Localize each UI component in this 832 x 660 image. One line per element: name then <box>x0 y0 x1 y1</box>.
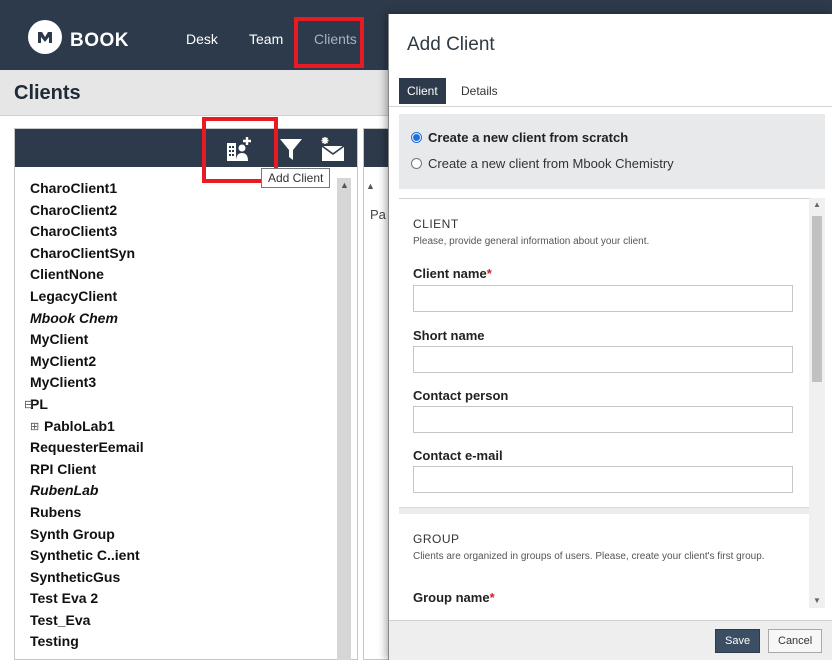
client-list-item[interactable]: RubenLab <box>30 480 330 502</box>
client-list-item[interactable]: Test_Eva <box>30 610 330 632</box>
short-name-label: Short name <box>413 328 485 343</box>
client-list-item[interactable]: CharoClient2 <box>30 200 330 222</box>
clients-panel-toolbar <box>15 129 357 167</box>
client-list-item[interactable]: RPI Client <box>30 459 330 481</box>
client-list-item[interactable]: Synth Group <box>30 524 330 546</box>
filter-icon[interactable] <box>277 135 305 163</box>
client-section-description: Please, provide general information abou… <box>413 236 650 247</box>
option-from-chemistry-label: Create a new client from Mbook Chemistry <box>428 156 674 171</box>
radio-checked-icon[interactable] <box>411 132 422 143</box>
required-asterisk: * <box>486 266 492 281</box>
client-name-label: Client name* <box>413 266 492 281</box>
scroll-up-arrow-icon[interactable]: ▲ <box>366 181 380 193</box>
save-button[interactable]: Save <box>715 629 761 653</box>
contact-person-input[interactable] <box>413 406 793 433</box>
new-message-icon[interactable] <box>318 135 346 163</box>
client-list-scrollbar[interactable]: ▲ <box>337 178 351 660</box>
client-section-heading: CLIENT <box>413 217 459 231</box>
expand-tree-icon[interactable]: ⊞ <box>30 420 39 433</box>
collapse-tree-icon[interactable]: ⊟ <box>24 398 33 411</box>
client-list-item[interactable]: Rubens <box>30 502 330 524</box>
client-list-item[interactable]: PabloLab1 <box>30 416 330 438</box>
client-list-item[interactable]: Synthetic C..ient <box>30 545 330 567</box>
client-name-input[interactable] <box>413 285 793 312</box>
mbook-logo-icon[interactable] <box>28 20 62 54</box>
creation-mode-options: Create a new client from scratch Create … <box>399 114 825 189</box>
option-from-chemistry[interactable]: Create a new client from Mbook Chemistry <box>411 156 674 171</box>
client-list-item[interactable]: CharoClient3 <box>30 221 330 243</box>
add-client-dialog: Add Client Client Details Create a new c… <box>388 14 832 660</box>
client-list-item[interactable]: SyntheticGus <box>30 567 330 589</box>
dialog-title: Add Client <box>407 34 495 55</box>
client-list-item[interactable]: Mbook Chem <box>30 308 330 330</box>
client-list-item[interactable]: MyClient3 <box>30 372 330 394</box>
option-from-scratch-label: Create a new client from scratch <box>428 130 629 145</box>
m-logo-icon <box>38 32 52 43</box>
option-from-scratch[interactable]: Create a new client from scratch <box>411 130 628 145</box>
form-scrollbar[interactable]: ▲ ▼ <box>809 198 825 608</box>
client-list-item[interactable]: RequesterEemail <box>30 437 330 459</box>
client-list-item[interactable]: Test Eva 2 <box>30 588 330 610</box>
client-list-item[interactable]: PL <box>30 394 330 416</box>
cancel-button[interactable]: Cancel <box>768 629 823 653</box>
client-list-item[interactable]: Testing <box>30 631 330 653</box>
client-list-item[interactable]: LegacyClient <box>30 286 330 308</box>
group-section-heading: GROUP <box>413 532 460 546</box>
clients-highlight-box <box>294 17 364 68</box>
client-list-item[interactable]: CharoClientSyn <box>30 243 330 265</box>
client-list: CharoClient1 CharoClient2 CharoClient3 Char… <box>30 178 330 653</box>
nav-team[interactable]: Team <box>249 31 283 47</box>
dialog-footer: Save Cancel <box>389 620 832 660</box>
scroll-up-arrow-icon[interactable]: ▲ <box>813 200 821 209</box>
client-list-item[interactable]: ClientNone <box>30 264 330 286</box>
short-name-input[interactable] <box>413 346 793 373</box>
nav-desk[interactable]: Desk <box>186 31 218 47</box>
client-list-item[interactable]: CharoClient1 <box>30 178 330 200</box>
page-title: Clients <box>14 82 81 104</box>
tab-client[interactable]: Client <box>399 78 446 104</box>
scrollbar-thumb[interactable] <box>812 216 822 382</box>
secondary-panel-text: Pa <box>370 207 386 222</box>
scroll-up-arrow-icon[interactable]: ▲ <box>340 180 349 190</box>
required-asterisk: * <box>489 590 495 605</box>
contact-email-label: Contact e-mail <box>413 448 503 463</box>
contact-email-input[interactable] <box>413 466 793 493</box>
client-list-item[interactable]: MyClient2 <box>30 351 330 373</box>
client-list-item[interactable]: MyClient <box>30 329 330 351</box>
radio-unchecked-icon[interactable] <box>411 158 422 169</box>
tabs-divider <box>389 106 832 107</box>
brand-name[interactable]: BOOK <box>70 30 129 52</box>
scroll-down-arrow-icon[interactable]: ▼ <box>813 596 821 605</box>
section-divider <box>399 507 809 514</box>
client-form: CLIENT Please, provide general informati… <box>399 198 809 608</box>
contact-person-label: Contact person <box>413 388 509 403</box>
group-section-description: Clients are organized in groups of users… <box>413 551 765 562</box>
tab-details[interactable]: Details <box>453 78 506 104</box>
group-name-label: Group name* <box>413 590 495 605</box>
